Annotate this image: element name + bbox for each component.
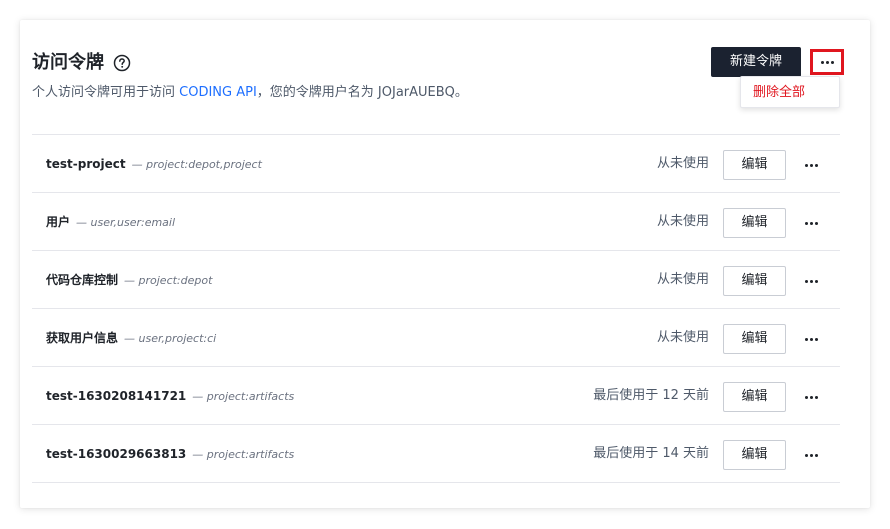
token-row: 代码仓库控制 — project:depot 从未使用 编辑	[32, 250, 840, 308]
access-token-card: 访问令牌 个人访问令牌可用于访问 CODING API，您的令牌用户名为 JOJ…	[20, 20, 870, 508]
edit-token-button[interactable]: 编辑	[723, 266, 786, 296]
more-horizontal-icon	[820, 60, 834, 64]
token-more-button[interactable]	[800, 445, 822, 465]
new-token-button[interactable]: 新建令牌	[711, 47, 801, 77]
token-name: test-1630208141721— project:artifacts	[46, 389, 295, 403]
more-horizontal-icon	[804, 221, 818, 225]
token-more-button[interactable]	[800, 271, 822, 291]
more-actions-dropdown: 删除全部	[740, 76, 840, 108]
token-scope: — user,project:ci	[124, 332, 217, 345]
token-name: 代码仓库控制 — project:depot	[46, 273, 213, 287]
token-name: 用户 — user,user:email	[46, 215, 176, 229]
token-more-button[interactable]	[800, 329, 822, 349]
token-scope: — project:artifacts	[192, 390, 295, 403]
page-title: 访问令牌	[32, 52, 104, 73]
token-scope: — user,user:email	[76, 216, 176, 229]
token-name: test-project — project:depot,project	[46, 157, 262, 171]
token-name: test-1630029663813— project:artifacts	[46, 447, 295, 461]
subtitle-prefix: 个人访问令牌可用于访问	[32, 85, 180, 100]
edit-token-button[interactable]: 编辑	[723, 150, 786, 180]
token-row: test-1630208141721— project:artifacts 最后…	[32, 366, 840, 424]
more-horizontal-icon	[804, 279, 818, 283]
token-row: test-project — project:depot,project 从未使用…	[32, 134, 840, 192]
question-circle-icon[interactable]	[113, 54, 131, 72]
edit-token-button[interactable]: 编辑	[723, 382, 786, 412]
edit-token-button[interactable]: 编辑	[723, 324, 786, 354]
token-more-button[interactable]	[800, 155, 822, 175]
token-more-button[interactable]	[800, 213, 822, 233]
token-scope: — project:artifacts	[192, 448, 295, 461]
more-horizontal-icon	[804, 337, 818, 341]
more-horizontal-icon	[804, 453, 818, 457]
edit-token-button[interactable]: 编辑	[723, 440, 786, 470]
token-row: 用户 — user,user:email 从未使用 编辑	[32, 192, 840, 250]
token-name: 获取用户信息 — user,project:ci	[46, 331, 217, 345]
token-row: test-1630029663813— project:artifacts 最后…	[32, 424, 840, 483]
more-horizontal-icon	[804, 395, 818, 399]
token-usage-status: 从未使用	[656, 214, 709, 229]
token-scope: — project:depot,project	[131, 158, 262, 171]
token-usage-status: 最后使用于 14 天前	[593, 446, 709, 461]
token-usage-status: 从未使用	[656, 330, 709, 345]
token-row: 获取用户信息 — user,project:ci 从未使用 编辑	[32, 308, 840, 366]
page-subtitle: 个人访问令牌可用于访问 CODING API，您的令牌用户名为 JOJarAUE…	[32, 83, 468, 103]
edit-token-button[interactable]: 编辑	[723, 208, 786, 238]
token-usage-status: 从未使用	[656, 156, 709, 171]
token-scope: — project:depot	[124, 274, 213, 287]
token-more-button[interactable]	[800, 387, 822, 407]
more-horizontal-icon	[804, 163, 818, 167]
token-usage-status: 从未使用	[656, 272, 709, 287]
subtitle-suffix: ，您的令牌用户名为 JOJarAUEBQ。	[256, 85, 468, 100]
token-usage-status: 最后使用于 12 天前	[593, 388, 709, 403]
delete-all-menu-item[interactable]: 删除全部	[753, 83, 805, 103]
coding-api-link[interactable]: CODING API	[179, 85, 257, 100]
more-actions-button[interactable]	[810, 49, 844, 75]
